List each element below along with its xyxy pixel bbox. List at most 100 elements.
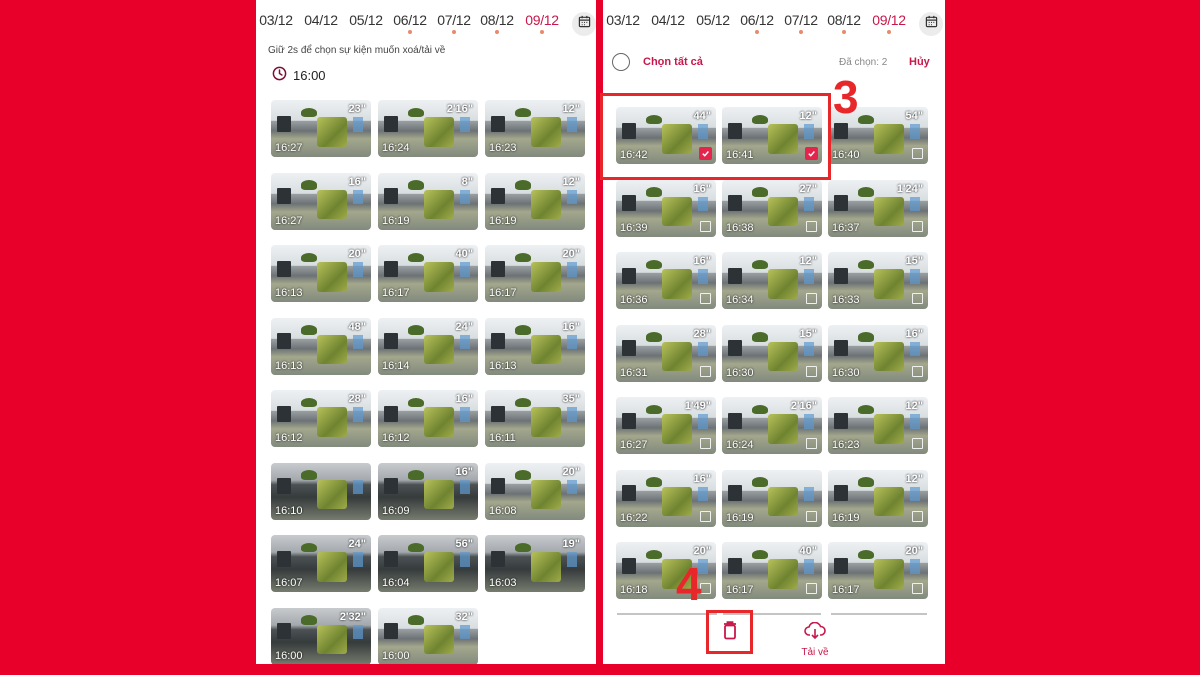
thumbnail-scene-partition (874, 559, 904, 589)
event-thumbnail[interactable]: 16" 16:27 (271, 172, 371, 230)
thumbnail-scene-monitor (834, 557, 848, 574)
event-thumbnail[interactable]: 27" 16:38 (722, 179, 822, 237)
select-all-label[interactable]: Chọn tất cả (643, 56, 703, 68)
calendar-button[interactable] (919, 12, 943, 36)
date-tab[interactable]: 05/12 (693, 12, 733, 28)
event-thumbnail[interactable]: 12" 16:34 (722, 252, 822, 309)
unselected-checkbox[interactable] (806, 365, 817, 377)
clip-time: 16:19 (832, 511, 860, 524)
event-thumbnail[interactable]: 16" 16:12 (378, 390, 478, 447)
thumbnail-scene-partition (768, 341, 798, 372)
event-thumbnail[interactable]: 20" 16:08 (485, 462, 585, 520)
event-thumbnail[interactable]: 28" 16:31 (616, 324, 716, 382)
clip-time: 16:27 (620, 439, 648, 451)
event-thumbnail[interactable]: 24" 16:14 (378, 317, 478, 375)
event-thumbnail[interactable]: 2'16" 16:24 (722, 397, 822, 454)
clip-duration: 12" (905, 472, 923, 485)
event-thumbnail[interactable]: 16" 16:09 (378, 462, 478, 520)
event-thumbnail[interactable]: 24" 16:07 (271, 535, 371, 592)
unselected-checkbox[interactable] (700, 510, 711, 522)
event-thumbnail[interactable]: 2'32" 16:00 (271, 607, 371, 664)
event-thumbnail[interactable]: 23" 16:27 (271, 100, 371, 157)
event-thumbnail[interactable]: 1'24" 16:37 (828, 179, 928, 237)
date-tab[interactable]: 05/12 (346, 12, 386, 28)
unselected-checkbox[interactable] (912, 293, 923, 304)
clip-time: 16:24 (726, 439, 754, 451)
unselected-checkbox[interactable] (700, 365, 711, 377)
date-tab[interactable]: 03/12 (603, 12, 643, 28)
download-button[interactable]: Tải về (797, 621, 833, 658)
unselected-checkbox[interactable] (700, 438, 711, 449)
event-thumbnail[interactable]: 16" 16:13 (485, 317, 585, 375)
unselected-checkbox[interactable] (912, 438, 923, 449)
thumbnail-scene-partition (874, 196, 904, 227)
date-tab[interactable]: 09/12 (522, 12, 562, 28)
thumbnail-scene-partition (531, 262, 561, 292)
thumbnail-scene-monitor (491, 260, 505, 277)
thumbnail-scene-plant (515, 542, 531, 553)
thumbnail-scene-monitor (384, 550, 398, 567)
unselected-checkbox[interactable] (912, 148, 923, 159)
date-tab[interactable]: 04/12 (301, 12, 341, 28)
event-thumbnail[interactable]: 16" 16:22 (616, 469, 716, 527)
event-thumbnail[interactable]: 8" 16:19 (378, 172, 478, 230)
thumbnail-scene-window (353, 407, 363, 422)
event-thumbnail[interactable]: 16:10 (271, 462, 371, 520)
thumbnail-scene-plant (515, 180, 531, 190)
thumbnail-scene-partition (317, 334, 347, 365)
date-tab[interactable]: 03/12 (256, 12, 296, 28)
unselected-checkbox[interactable] (806, 438, 817, 449)
date-tab[interactable]: 07/12 (434, 12, 474, 28)
date-tab[interactable]: 04/12 (648, 12, 688, 28)
event-thumbnail[interactable]: 16" 16:30 (828, 324, 928, 382)
event-thumbnail[interactable]: 35" 16:11 (485, 390, 585, 447)
event-thumbnail[interactable]: 16:19 (722, 469, 822, 527)
event-thumbnail[interactable]: 48" 16:13 (271, 317, 371, 375)
thumbnail-scene-window (910, 486, 920, 502)
event-thumbnail[interactable]: 15" 16:30 (722, 324, 822, 382)
date-tab[interactable]: 06/12 (737, 12, 777, 28)
event-thumbnail[interactable]: 40" 16:17 (722, 542, 822, 599)
unselected-checkbox[interactable] (912, 510, 923, 522)
event-thumbnail[interactable]: 19" 16:03 (485, 535, 585, 592)
unselected-checkbox[interactable] (806, 583, 817, 594)
unselected-checkbox[interactable] (912, 583, 923, 594)
date-tab[interactable]: 09/12 (869, 12, 909, 28)
thumbnail-scene-partition (424, 479, 454, 510)
cancel-button[interactable]: Hủy (909, 56, 930, 68)
event-thumbnail[interactable]: 12" 16:19 (485, 172, 585, 230)
calendar-button[interactable] (572, 12, 596, 36)
event-thumbnail[interactable]: 15" 16:33 (828, 252, 928, 309)
unselected-checkbox[interactable] (912, 365, 923, 377)
date-tab[interactable]: 06/12 (390, 12, 430, 28)
event-thumbnail[interactable]: 16" 16:39 (616, 179, 716, 237)
event-thumbnail[interactable]: 32" 16:00 (378, 607, 478, 664)
event-thumbnail[interactable]: 12" 16:19 (828, 469, 928, 527)
unselected-checkbox[interactable] (700, 220, 711, 232)
thumbnail-scene-partition (424, 117, 454, 147)
event-thumbnail[interactable]: 12" 16:23 (485, 100, 585, 157)
thumbnail-scene-window (567, 334, 577, 350)
date-tab[interactable]: 08/12 (477, 12, 517, 28)
event-thumbnail[interactable]: 12" 16:23 (828, 397, 928, 454)
event-indicator-dot (495, 30, 499, 34)
event-thumbnail[interactable]: 40" 16:17 (378, 245, 478, 302)
unselected-checkbox[interactable] (912, 220, 923, 232)
unselected-checkbox[interactable] (806, 220, 817, 232)
event-thumbnail[interactable]: 2'16" 16:24 (378, 100, 478, 157)
event-thumbnail[interactable]: 56" 16:04 (378, 535, 478, 592)
unselected-checkbox[interactable] (806, 293, 817, 304)
event-thumbnail[interactable]: 28" 16:12 (271, 390, 371, 447)
unselected-checkbox[interactable] (806, 510, 817, 522)
unselected-checkbox[interactable] (700, 293, 711, 304)
date-tab[interactable]: 07/12 (781, 12, 821, 28)
event-thumbnail[interactable]: 20" 16:13 (271, 245, 371, 302)
event-thumbnail[interactable]: 16" 16:36 (616, 252, 716, 309)
select-all-radio[interactable] (612, 53, 630, 71)
clip-time: 16:23 (489, 142, 517, 154)
event-thumbnail[interactable]: 20" 16:17 (485, 245, 585, 302)
event-thumbnail[interactable]: 1'49" 16:27 (616, 397, 716, 454)
time-group-header: 16:00 (272, 66, 326, 84)
date-tab[interactable]: 08/12 (824, 12, 864, 28)
event-thumbnail[interactable]: 20" 16:17 (828, 542, 928, 599)
